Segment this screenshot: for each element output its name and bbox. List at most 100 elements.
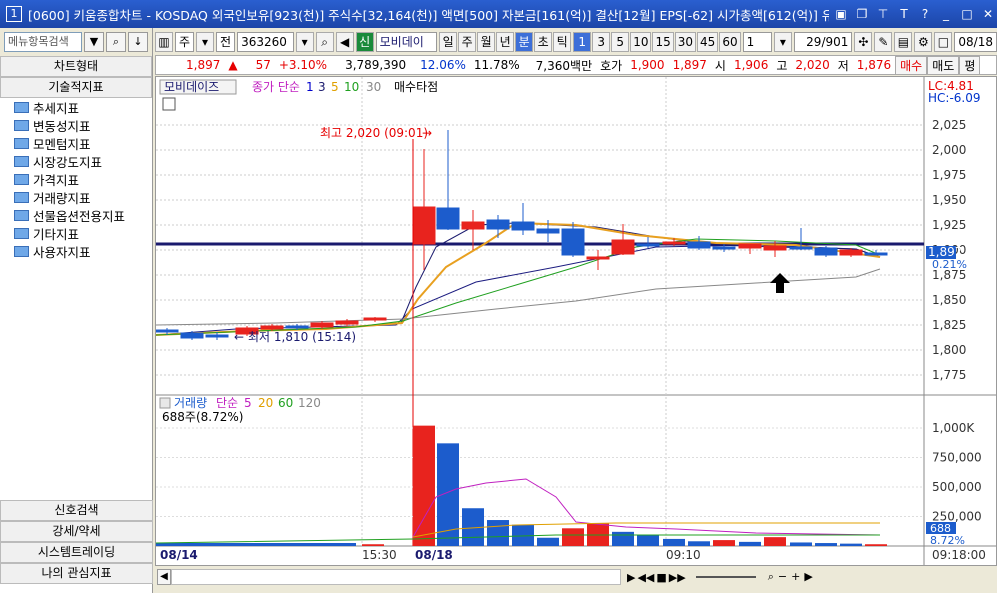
sell-button[interactable]: 매도: [927, 55, 960, 75]
system-trading-tab[interactable]: 시스템트레이딩: [0, 542, 153, 563]
interval-tab[interactable]: 3: [592, 32, 611, 52]
window-menu-icon[interactable]: ▣: [832, 5, 850, 23]
checkbox[interactable]: □: [934, 32, 953, 52]
indicator-folder-item[interactable]: 가격지표: [0, 170, 152, 188]
indicator-folder-item[interactable]: 변동성지표: [0, 116, 152, 134]
search-icon[interactable]: ⌕: [106, 32, 126, 52]
candle-body[interactable]: [486, 219, 510, 230]
volume-bar[interactable]: [487, 520, 509, 546]
indicator-folder-item[interactable]: 기타지표: [0, 224, 152, 242]
speed-slider[interactable]: [695, 576, 756, 578]
rewind-icon[interactable]: ◀◀: [637, 571, 654, 584]
search-icon[interactable]: ⌕: [315, 32, 334, 52]
volume-bar[interactable]: [413, 425, 435, 546]
pin-icon[interactable]: ⊤: [874, 5, 892, 23]
indicator-folder-item[interactable]: 선물옵션전용지표: [0, 206, 152, 224]
candle-body[interactable]: [586, 256, 610, 260]
indicator-folder-item[interactable]: 거래량지표: [0, 188, 152, 206]
volume-bar[interactable]: [663, 538, 685, 546]
minus-icon[interactable]: −: [778, 570, 787, 584]
indicator-folder-item[interactable]: 사용자지표: [0, 242, 152, 260]
interval-tab[interactable]: 5: [611, 32, 630, 52]
chevron-down-icon[interactable]: ▾: [773, 32, 792, 52]
candle-body[interactable]: [335, 320, 359, 325]
candle-body[interactable]: [814, 247, 838, 256]
period-tab[interactable]: 틱: [553, 32, 572, 52]
candle-body[interactable]: [310, 322, 334, 328]
fast-forward-icon[interactable]: ▶▶: [669, 571, 686, 584]
scroll-left-icon[interactable]: ◀: [157, 569, 171, 585]
volume-bar[interactable]: [840, 543, 862, 546]
price-volume-chart[interactable]: 모비데이즈 종가 단순 1 3 5 10 30 매수타점 LC:4.81 HC:…: [156, 77, 996, 565]
candle-body[interactable]: [864, 252, 888, 256]
scroll-bar[interactable]: ◀ ▶ ◀◀ ■ ▶▶ ⌕ − + ▶: [155, 566, 997, 588]
candle-body[interactable]: [561, 228, 585, 256]
bull-bear-tab[interactable]: 강세/약세: [0, 521, 153, 542]
stock-code-input[interactable]: 363260: [237, 32, 294, 52]
candle-body[interactable]: [436, 207, 460, 230]
plus-icon[interactable]: +: [791, 570, 800, 584]
period-tab[interactable]: 일: [439, 32, 458, 52]
volume-bar[interactable]: [362, 544, 384, 546]
candle-body[interactable]: [536, 228, 560, 234]
gear-icon[interactable]: ⚙: [914, 32, 933, 52]
interval-tab[interactable]: 10: [630, 32, 652, 52]
date-input[interactable]: 08/18: [954, 32, 997, 52]
candle-body[interactable]: [839, 249, 863, 256]
candle-body[interactable]: [205, 334, 229, 338]
candle-body[interactable]: [611, 239, 635, 255]
draw-icon[interactable]: ✎: [874, 32, 893, 52]
buy-button[interactable]: 매수: [895, 55, 928, 75]
maximize-icon[interactable]: □: [958, 5, 976, 23]
tech-indicator-header[interactable]: 기술적지표: [0, 77, 152, 98]
candle-body[interactable]: [763, 245, 787, 251]
candle-body[interactable]: [260, 325, 284, 330]
chevron-down-icon[interactable]: ▾: [295, 32, 314, 52]
volume-bar[interactable]: [713, 540, 735, 546]
my-indicator-tab[interactable]: 나의 관심지표: [0, 563, 153, 584]
candle-body[interactable]: [738, 243, 762, 249]
candle-body[interactable]: [363, 317, 387, 321]
volume-bar[interactable]: [815, 543, 837, 546]
volume-bars[interactable]: [156, 425, 887, 546]
interval-tab[interactable]: 45: [697, 32, 719, 52]
volume-bar[interactable]: [156, 543, 356, 546]
count-input[interactable]: 1: [742, 32, 772, 52]
arrow-down-icon[interactable]: ↓: [128, 32, 148, 52]
interval-tab[interactable]: 60: [719, 32, 741, 52]
period-tab[interactable]: 년: [496, 32, 515, 52]
indicator-folder-item[interactable]: 모멘텀지표: [0, 134, 152, 152]
volume-bar[interactable]: [562, 528, 584, 546]
help-icon[interactable]: ?: [916, 5, 934, 23]
minimize-icon[interactable]: _: [937, 5, 955, 23]
play-icon[interactable]: ▶: [627, 571, 635, 584]
window-restore-icon[interactable]: ❐: [853, 5, 871, 23]
close-icon[interactable]: ✕: [979, 5, 997, 23]
candle-body[interactable]: [789, 246, 813, 250]
volume-bar[interactable]: [537, 537, 559, 546]
candle-body[interactable]: [687, 241, 711, 249]
candle-body[interactable]: [412, 206, 436, 245]
period-tab[interactable]: 월: [477, 32, 496, 52]
indicator-folder-item[interactable]: 추세지표: [0, 98, 152, 116]
menu-search-input[interactable]: 메뉴항목검색: [4, 32, 82, 52]
candle-body[interactable]: [712, 246, 736, 250]
indicator-folder-item[interactable]: 시장강도지표: [0, 152, 152, 170]
grid-icon[interactable]: [162, 97, 176, 111]
candle-body[interactable]: [662, 241, 686, 245]
scroll-track[interactable]: [171, 569, 621, 585]
speaker-icon[interactable]: ◀: [335, 32, 354, 52]
tools-icon[interactable]: ✣: [854, 32, 873, 52]
candle-body[interactable]: [511, 221, 535, 231]
volume-bar[interactable]: [865, 544, 887, 546]
period-tab[interactable]: 분: [515, 32, 534, 52]
volume-bar[interactable]: [688, 541, 710, 546]
candle-body[interactable]: [180, 332, 204, 339]
candle-body[interactable]: [461, 221, 485, 230]
text-icon[interactable]: T: [895, 5, 913, 23]
eval-button[interactable]: 평: [959, 55, 981, 75]
period-tab[interactable]: 주: [458, 32, 477, 52]
candle-body[interactable]: [285, 325, 309, 329]
candle-body[interactable]: [636, 243, 660, 247]
volume-bar[interactable]: [764, 537, 786, 546]
